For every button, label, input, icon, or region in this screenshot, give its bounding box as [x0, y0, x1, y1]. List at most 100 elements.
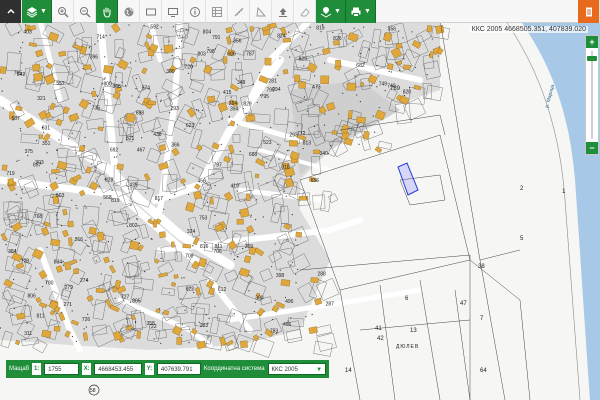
zoom-slider-out-button[interactable]: −: [586, 142, 598, 154]
survey-point: [242, 248, 244, 250]
survey-point: [57, 219, 59, 221]
survey-point: [290, 175, 292, 177]
survey-point: [121, 81, 123, 83]
survey-point: [277, 143, 279, 146]
chevron-down-icon: ▼: [364, 8, 371, 15]
survey-point: [100, 273, 102, 275]
clear-button[interactable]: [294, 0, 316, 23]
measure-area-button[interactable]: [250, 0, 272, 23]
survey-point: [87, 245, 89, 247]
printer-icon: [351, 7, 361, 17]
scale-input[interactable]: 1755: [44, 363, 80, 375]
survey-point: [45, 186, 48, 189]
pan-button[interactable]: [96, 0, 118, 23]
survey-point: [21, 62, 23, 64]
parcel-number-label: 831: [42, 126, 51, 132]
parcel-number-label: 419: [230, 184, 239, 190]
survey-point: [206, 201, 209, 203]
menu-button[interactable]: [578, 0, 600, 23]
survey-point: [5, 243, 7, 246]
building: [116, 163, 124, 171]
survey-point: [199, 122, 201, 124]
collapse-toolbar-button[interactable]: [0, 0, 22, 23]
monitor-button[interactable]: [162, 0, 184, 23]
survey-point: [239, 330, 241, 332]
building: [32, 63, 41, 72]
survey-point: [206, 330, 208, 332]
building: [38, 134, 43, 139]
layers-button[interactable]: ▼: [22, 0, 52, 23]
globe-button[interactable]: [118, 0, 140, 23]
building: [239, 207, 250, 218]
chevron-down-icon: ▼: [334, 8, 341, 15]
survey-point: [136, 218, 138, 220]
rectangle-button[interactable]: [140, 0, 162, 23]
map-canvas[interactable]: 2932943562932872882792742812712842838068…: [0, 0, 600, 400]
document-menu-icon: [585, 7, 592, 16]
parcel-number-label: 829: [243, 102, 252, 108]
info-button[interactable]: [184, 0, 206, 23]
survey-point: [230, 96, 232, 98]
survey-point: [178, 45, 181, 48]
cadastral-map[interactable]: 293 294 356 293 287 288 279 274 281 271 284 283 806 8…: [0, 0, 600, 400]
parcel-number-label: 817: [155, 196, 164, 202]
survey-point: [104, 56, 106, 58]
map-toolbar: ▼ ▼ ▼: [0, 0, 600, 23]
building: [310, 277, 319, 283]
zoom-slider-in-button[interactable]: +: [586, 36, 598, 48]
parcel-number-label: 356: [233, 39, 242, 45]
y-coordinate-field[interactable]: 407639.791: [156, 363, 201, 375]
survey-point: [330, 145, 332, 147]
building: [95, 288, 105, 293]
survey-point: [192, 245, 194, 247]
parcel-number-label: 503: [56, 193, 65, 199]
survey-point: [245, 330, 247, 332]
survey-point: [109, 34, 111, 36]
parcel-number-label: 340: [320, 151, 329, 157]
zoom-handle[interactable]: [587, 55, 597, 61]
x-coordinate-field[interactable]: 4668453.455: [94, 363, 142, 375]
survey-point: [10, 225, 12, 227]
survey-point: [373, 42, 375, 44]
print-button[interactable]: ▼: [346, 0, 376, 23]
building: [73, 268, 79, 275]
zoom-in-button[interactable]: [52, 0, 74, 23]
survey-point: [310, 44, 312, 46]
survey-point: [174, 193, 176, 196]
survey-point: [85, 207, 87, 209]
survey-point: [71, 199, 73, 201]
survey-point: [71, 132, 73, 134]
survey-point: [116, 156, 118, 158]
grid-select-button[interactable]: [206, 0, 228, 23]
zoom-slider[interactable]: + −: [585, 35, 599, 155]
parcel-number-label: 359: [245, 244, 254, 250]
parcel-number-label: 719: [6, 171, 15, 177]
survey-point: [274, 243, 276, 245]
parcel-number-label: 300: [255, 295, 264, 301]
survey-point: [253, 310, 255, 313]
parcel-number-label: 783: [270, 329, 279, 335]
x-tag: X:: [82, 363, 92, 375]
survey-point: [22, 41, 24, 44]
zoom-out-button[interactable]: [74, 0, 96, 23]
survey-point: [179, 93, 181, 96]
upload-button[interactable]: [272, 0, 294, 23]
survey-point: [18, 159, 20, 161]
parcel-number-label: 805: [132, 299, 141, 305]
location-layers-button[interactable]: ▼: [316, 0, 346, 23]
monitor-icon: [167, 7, 178, 17]
measure-line-button[interactable]: [228, 0, 250, 23]
parcel-number-label: 587: [11, 116, 20, 122]
survey-point: [296, 125, 299, 127]
parcel-number-label: 686: [227, 52, 236, 58]
survey-point: [129, 62, 132, 64]
survey-point: [56, 312, 58, 315]
survey-point: [119, 154, 121, 156]
zoom-track[interactable]: [587, 51, 597, 139]
parcel-number-label: 365: [113, 84, 122, 90]
survey-point: [98, 185, 100, 188]
crs-select[interactable]: ККС 2005 ▼: [267, 363, 327, 375]
survey-point: [75, 204, 77, 207]
survey-point: [236, 124, 238, 126]
survey-point: [126, 318, 128, 320]
